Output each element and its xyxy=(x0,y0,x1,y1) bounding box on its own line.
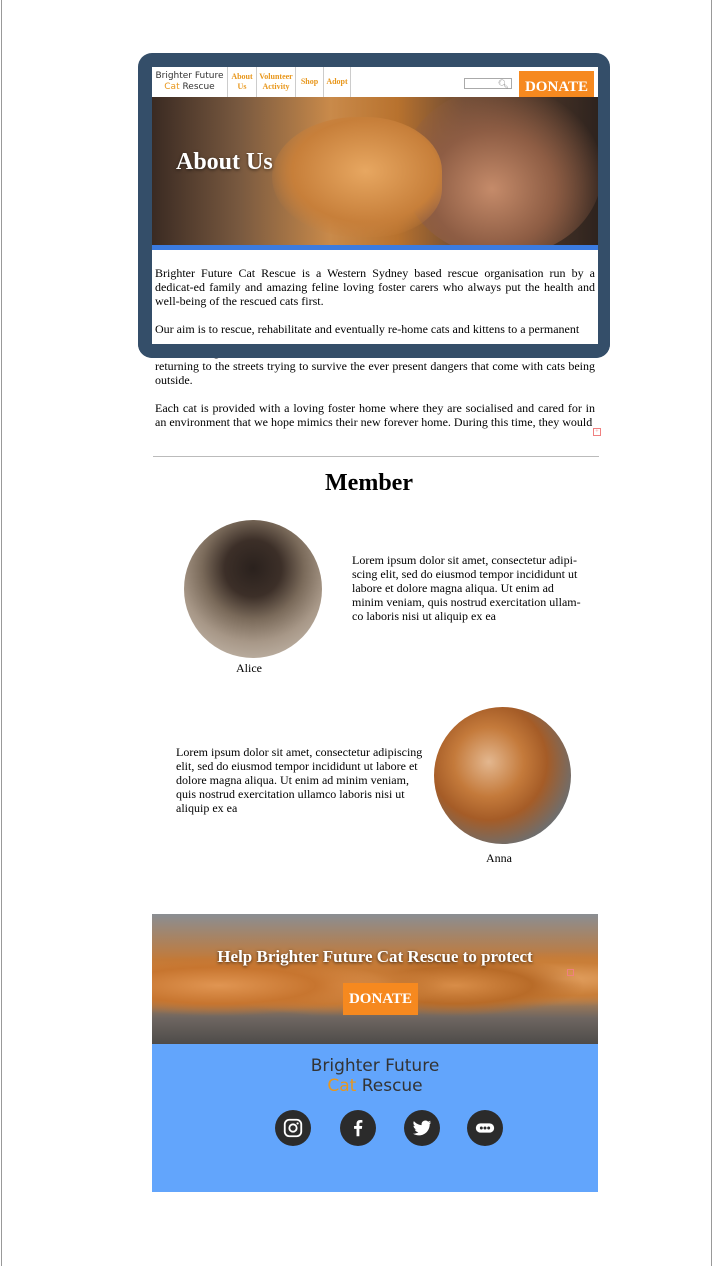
about-text: Brighter Future Cat Rescue is a Western … xyxy=(155,266,595,350)
footer-brand-line2: Cat Rescue xyxy=(152,1076,598,1096)
brand-cat: Cat xyxy=(164,82,180,92)
about-paragraph-3: Each cat is provided with a loving foste… xyxy=(155,401,595,429)
banner-cats-image xyxy=(152,914,598,1044)
brand-name-line2: Cat Rescue xyxy=(152,82,227,93)
instagram-icon[interactable] xyxy=(275,1110,311,1146)
brand-logo[interactable]: Brighter Future Cat Rescue xyxy=(152,67,228,97)
more-icon[interactable] xyxy=(467,1110,503,1146)
hero-cat-shape xyxy=(272,117,442,237)
anna-name: Anna xyxy=(486,851,512,865)
alice-name: Alice xyxy=(236,661,262,675)
expand-icon[interactable]: + xyxy=(593,428,601,436)
nav-volunteer-activity[interactable]: Volunteer Activity xyxy=(257,67,296,97)
anna-bio: Lorem ipsum dolor sit amet, consectetur … xyxy=(176,745,423,815)
nav-adopt[interactable]: Adopt xyxy=(324,67,351,97)
help-banner: Help Brighter Future Cat Rescue to prote… xyxy=(152,914,598,1044)
banner-small-icon[interactable] xyxy=(567,969,574,976)
anna-avatar xyxy=(434,707,571,844)
nav-about-us[interactable]: About Us xyxy=(228,67,257,97)
twitter-icon[interactable] xyxy=(404,1110,440,1146)
banner-text: Help Brighter Future Cat Rescue to prote… xyxy=(217,947,533,966)
hero-title: About Us xyxy=(176,149,273,175)
about-paragraph-2: Our aim is to rescue, rehabilitate and e… xyxy=(155,322,580,336)
footer-brand-cat: Cat xyxy=(327,1076,357,1096)
device-frame-bottom xyxy=(138,344,610,358)
footer-brand-rescue: Rescue xyxy=(356,1076,423,1096)
nav-shop[interactable]: Shop xyxy=(296,67,324,97)
section-divider xyxy=(153,456,599,457)
search-icon[interactable]: 🔍︎ xyxy=(498,79,509,89)
brand-rescue: Rescue xyxy=(179,82,215,92)
search-input[interactable]: 🔍︎ xyxy=(464,78,512,89)
navbar: Brighter Future Cat Rescue About Us Volu… xyxy=(152,67,598,103)
alice-bio: Lorem ipsum dolor sit amet, consectetur … xyxy=(352,553,581,623)
banner-donate-button[interactable]: DONATE xyxy=(343,983,418,1015)
brand-name-line1: Brighter Future xyxy=(155,71,224,81)
footer-brand-line1: Brighter Future xyxy=(310,1056,440,1076)
facebook-icon[interactable] xyxy=(340,1110,376,1146)
member-heading: Member xyxy=(325,470,413,496)
hero-image: About Us xyxy=(152,97,598,245)
about-paragraph-1: Brighter Future Cat Rescue is a Western … xyxy=(155,266,595,308)
hero-accent-bar xyxy=(152,245,598,250)
alice-avatar xyxy=(184,520,322,658)
footer: Brighter Future Cat Rescue xyxy=(152,1044,598,1192)
footer-logo[interactable]: Brighter Future Cat Rescue xyxy=(152,1056,598,1096)
